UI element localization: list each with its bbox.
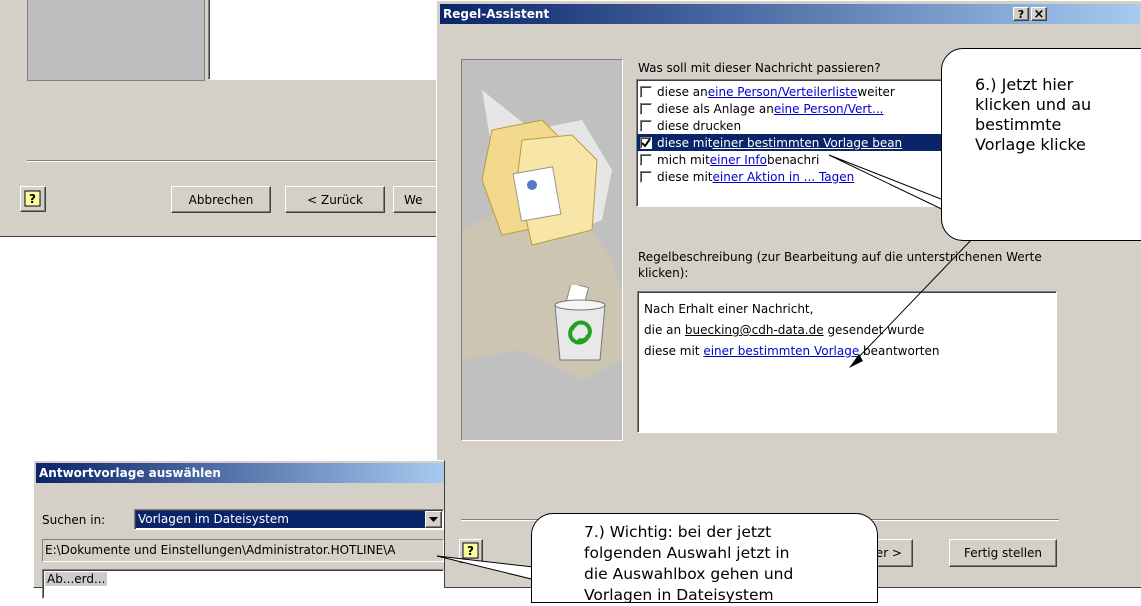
help-icon: ? <box>24 190 41 207</box>
search-in-dropdown[interactable]: Vorlagen im Dateisystem <box>134 509 444 530</box>
dropdown-arrow-icon <box>429 516 438 522</box>
checkbox-checked[interactable] <box>640 136 652 149</box>
finish-button[interactable]: Fertig stellen <box>949 539 1057 567</box>
wizard-illustration <box>461 59 623 441</box>
file-list-item[interactable]: Ab...erd... <box>45 572 108 586</box>
title-close-button[interactable]: × <box>1031 7 1047 21</box>
callout-step-6-line-4: Vorlage klicke <box>975 135 1086 154</box>
callout-step-7-line-2: folgenden Auswahl jetzt in <box>584 544 790 562</box>
desc-line-1: Nach Erhalt einer Nachricht, <box>644 302 814 316</box>
callout-step-6: 6.) Jetzt hier klicken und au bestimmte … <box>941 48 1141 241</box>
action-link[interactable]: einer Info <box>710 153 767 167</box>
help-button[interactable]: ? <box>459 539 483 563</box>
checkbox[interactable] <box>640 102 652 115</box>
action-link[interactable]: eine Person/Vert... <box>774 102 884 116</box>
callout-step-7-line-1: 7.) Wichtig: bei der jetzt <box>584 523 772 541</box>
background-wizard-window: ? Abbrechen < Zurück We <box>0 0 453 237</box>
desc-line-2: die an buecking@cdh-data.de gesendet wur… <box>644 323 925 337</box>
action-link[interactable]: einer bestimmten Vorlage bean <box>713 136 903 150</box>
svg-text:?: ? <box>467 544 474 558</box>
wizard-separator <box>27 160 447 162</box>
callout-step-6-line-1: 6.) Jetzt hier <box>975 75 1074 94</box>
checkbox[interactable] <box>640 170 652 183</box>
title-help-button[interactable]: ? <box>1013 7 1029 21</box>
checkbox[interactable] <box>640 153 652 166</box>
action-question: Was soll mit dieser Nachricht passieren? <box>638 61 881 75</box>
cancel-button[interactable]: Abbrechen <box>171 186 271 213</box>
desc-template-link[interactable]: einer bestimmten Vorlage <box>703 344 859 358</box>
desc-address-link[interactable]: buecking@cdh-data.de <box>685 323 824 337</box>
checkmark-icon <box>641 137 651 148</box>
path-field: E:\Dokumente und Einstellungen\Administr… <box>42 539 444 562</box>
checkbox[interactable] <box>640 85 652 98</box>
wizard-content-area <box>208 0 448 80</box>
close-icon: × <box>1033 7 1045 21</box>
wizard-side-image <box>27 0 205 81</box>
search-in-label: Suchen in: <box>42 513 106 527</box>
callout-step-6-line-3: bestimmte <box>975 115 1062 134</box>
template-dialog: Antwortvorlage auswählen Suchen in: Vorl… <box>33 460 445 599</box>
file-list[interactable]: Ab...erd... <box>42 569 444 599</box>
rule-description-box[interactable]: Nach Erhalt einer Nachricht, die an buec… <box>637 291 1057 433</box>
template-dialog-titlebar: Antwortvorlage auswählen <box>36 463 444 483</box>
next-button-label: We <box>404 192 423 207</box>
checkbox[interactable] <box>640 119 652 132</box>
help-button[interactable]: ? <box>20 186 46 212</box>
help-icon: ? <box>462 542 479 559</box>
recycle-bin-icon <box>554 285 606 361</box>
svg-text:?: ? <box>29 192 36 206</box>
search-in-value: Vorlagen im Dateisystem <box>136 511 425 528</box>
callout-step-7: 7.) Wichtig: bei der jetzt folgenden Aus… <box>531 513 878 604</box>
back-button[interactable]: < Zurück <box>285 186 385 213</box>
action-link[interactable]: einer Aktion in ... Tagen <box>713 170 855 184</box>
rule-wizard-title: Regel-Assistent <box>443 7 550 21</box>
callout-step-7-line-4: Vorlagen in Dateisystem <box>584 586 774 604</box>
folder-illustration-icon <box>462 90 622 380</box>
template-dialog-title: Antwortvorlage auswählen <box>39 466 221 480</box>
callout-step-6-line-2: klicken und au <box>975 95 1092 114</box>
rule-description-label: Regelbeschreibung (zur Bearbeitung auf d… <box>638 250 1042 280</box>
callout-step-7-line-3: die Auswahlbox gehen und <box>584 565 794 583</box>
dropdown-button[interactable] <box>425 511 442 528</box>
desc-line-3: diese mit einer bestimmten Vorlage beant… <box>644 344 940 358</box>
action-link[interactable]: eine Person/Verteilerliste <box>708 85 858 99</box>
